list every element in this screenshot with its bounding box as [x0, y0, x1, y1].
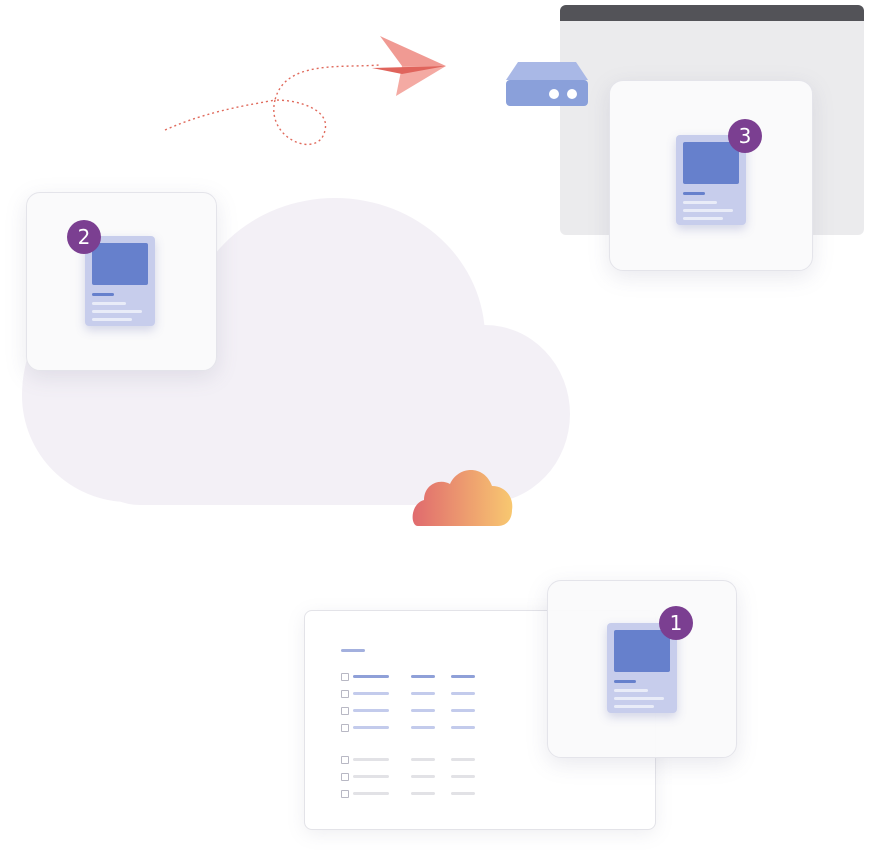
list-row: [341, 707, 481, 715]
document-card-3: 3: [609, 80, 813, 271]
list-row: [341, 690, 481, 698]
list-row: [341, 724, 481, 732]
cloud-icon: [412, 470, 513, 526]
server-icon: [506, 60, 588, 108]
list-row: [341, 773, 481, 781]
browser-title-bar: [560, 5, 864, 21]
list-row: [341, 673, 481, 681]
document-card-2: 2: [26, 192, 217, 371]
step-badge-1: 1: [659, 606, 693, 640]
paper-plane-icon: [372, 36, 446, 96]
step-badge-2: 2: [67, 220, 101, 254]
list-header-bar: [341, 649, 365, 652]
list-row: [341, 756, 481, 764]
list-row: [341, 790, 481, 798]
document-card-1: 1: [547, 580, 737, 758]
step-badge-3: 3: [728, 119, 762, 153]
